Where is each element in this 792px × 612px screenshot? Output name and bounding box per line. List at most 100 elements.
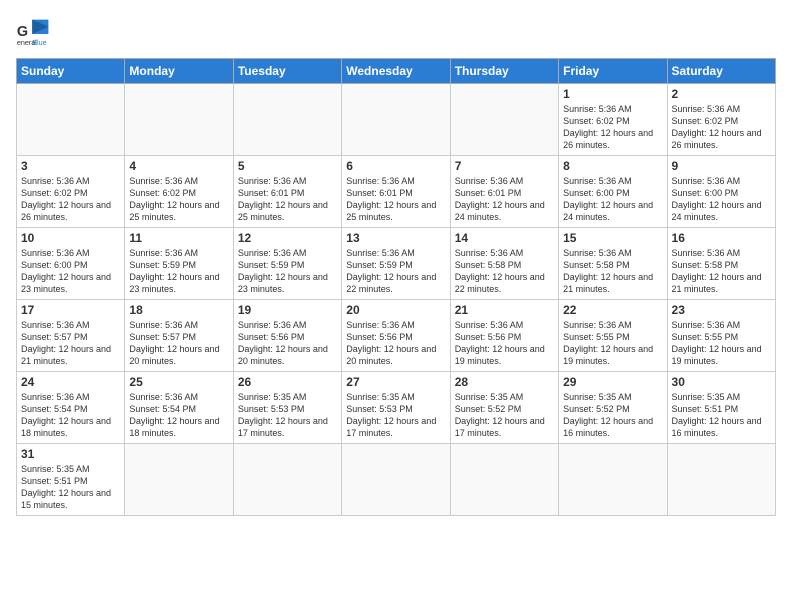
day-number: 17 (21, 303, 120, 317)
day-number: 11 (129, 231, 228, 245)
day-info: Sunrise: 5:35 AM Sunset: 5:52 PM Dayligh… (455, 391, 554, 440)
calendar-cell: 28 Sunrise: 5:35 AM Sunset: 5:52 PM Dayli… (450, 372, 558, 444)
calendar-cell: 10 Sunrise: 5:36 AM Sunset: 6:00 PM Dayli… (17, 228, 125, 300)
calendar-cell (450, 84, 558, 156)
day-number: 27 (346, 375, 445, 389)
calendar-cell: 8 Sunrise: 5:36 AM Sunset: 6:00 PM Daylig… (559, 156, 667, 228)
calendar-cell: 29Sunrise: 5:35 AM Sunset: 5:52 PM Dayli… (559, 372, 667, 444)
day-number: 22 (563, 303, 662, 317)
calendar-week-3: 10 Sunrise: 5:36 AM Sunset: 6:00 PM Dayli… (17, 228, 776, 300)
day-info: Sunrise: 5:36 AM Sunset: 6:00 PM Dayligh… (672, 175, 771, 224)
logo-icon: G eneral Blue (16, 16, 52, 52)
calendar-cell (342, 444, 450, 516)
weekday-tuesday: Tuesday (233, 59, 341, 84)
day-info: Sunrise: 5:36 AM Sunset: 5:56 PM Dayligh… (455, 319, 554, 368)
day-info: Sunrise: 5:36 AM Sunset: 5:59 PM Dayligh… (346, 247, 445, 296)
calendar-cell (125, 84, 233, 156)
day-number: 9 (672, 159, 771, 173)
calendar-cell: 4 Sunrise: 5:36 AM Sunset: 6:02 PM Daylig… (125, 156, 233, 228)
day-number: 18 (129, 303, 228, 317)
calendar-cell: 6 Sunrise: 5:36 AM Sunset: 6:01 PM Daylig… (342, 156, 450, 228)
day-info: Sunrise: 5:36 AM Sunset: 5:58 PM Dayligh… (455, 247, 554, 296)
weekday-header-row: SundayMondayTuesdayWednesdayThursdayFrid… (17, 59, 776, 84)
calendar-cell: 18 Sunrise: 5:36 AM Sunset: 5:57 PM Dayli… (125, 300, 233, 372)
day-info: Sunrise: 5:36 AM Sunset: 5:55 PM Dayligh… (563, 319, 662, 368)
day-info: Sunrise: 5:36 AM Sunset: 6:00 PM Dayligh… (563, 175, 662, 224)
day-number: 6 (346, 159, 445, 173)
day-number: 19 (238, 303, 337, 317)
day-info: Sunrise: 5:36 AM Sunset: 6:02 PM Dayligh… (21, 175, 120, 224)
calendar-cell: 7Sunrise: 5:36 AM Sunset: 6:01 PM Daylig… (450, 156, 558, 228)
day-number: 3 (21, 159, 120, 173)
weekday-saturday: Saturday (667, 59, 775, 84)
calendar-cell: 9 Sunrise: 5:36 AM Sunset: 6:00 PM Daylig… (667, 156, 775, 228)
calendar-week-5: 24Sunrise: 5:36 AM Sunset: 5:54 PM Dayli… (17, 372, 776, 444)
calendar-cell (342, 84, 450, 156)
page-header: G eneral Blue (16, 16, 776, 52)
day-number: 30 (672, 375, 771, 389)
calendar-cell: 24Sunrise: 5:36 AM Sunset: 5:54 PM Dayli… (17, 372, 125, 444)
calendar-cell: 5Sunrise: 5:36 AM Sunset: 6:01 PM Daylig… (233, 156, 341, 228)
day-number: 8 (563, 159, 662, 173)
weekday-monday: Monday (125, 59, 233, 84)
calendar-cell: 15Sunrise: 5:36 AM Sunset: 5:58 PM Dayli… (559, 228, 667, 300)
day-number: 23 (672, 303, 771, 317)
day-number: 31 (21, 447, 120, 461)
day-info: Sunrise: 5:36 AM Sunset: 5:59 PM Dayligh… (238, 247, 337, 296)
day-info: Sunrise: 5:36 AM Sunset: 5:55 PM Dayligh… (672, 319, 771, 368)
day-info: Sunrise: 5:36 AM Sunset: 5:57 PM Dayligh… (21, 319, 120, 368)
day-info: Sunrise: 5:35 AM Sunset: 5:52 PM Dayligh… (563, 391, 662, 440)
calendar-cell (559, 444, 667, 516)
calendar-week-6: 31Sunrise: 5:35 AM Sunset: 5:51 PM Dayli… (17, 444, 776, 516)
day-number: 26 (238, 375, 337, 389)
day-info: Sunrise: 5:36 AM Sunset: 5:56 PM Dayligh… (346, 319, 445, 368)
weekday-sunday: Sunday (17, 59, 125, 84)
calendar-cell: 16Sunrise: 5:36 AM Sunset: 5:58 PM Dayli… (667, 228, 775, 300)
day-info: Sunrise: 5:36 AM Sunset: 6:02 PM Dayligh… (129, 175, 228, 224)
calendar-cell: 11 Sunrise: 5:36 AM Sunset: 5:59 PM Dayli… (125, 228, 233, 300)
day-number: 7 (455, 159, 554, 173)
calendar-week-1: 1Sunrise: 5:36 AM Sunset: 6:02 PM Daylig… (17, 84, 776, 156)
logo: G eneral Blue (16, 16, 52, 52)
calendar-table: SundayMondayTuesdayWednesdayThursdayFrid… (16, 58, 776, 516)
day-number: 14 (455, 231, 554, 245)
day-info: Sunrise: 5:35 AM Sunset: 5:53 PM Dayligh… (238, 391, 337, 440)
day-info: Sunrise: 5:36 AM Sunset: 5:59 PM Dayligh… (129, 247, 228, 296)
calendar-cell (233, 84, 341, 156)
calendar-cell: 19 Sunrise: 5:36 AM Sunset: 5:56 PM Dayli… (233, 300, 341, 372)
calendar-cell: 3 Sunrise: 5:36 AM Sunset: 6:02 PM Daylig… (17, 156, 125, 228)
day-number: 12 (238, 231, 337, 245)
calendar-cell: 14 Sunrise: 5:36 AM Sunset: 5:58 PM Dayli… (450, 228, 558, 300)
day-number: 28 (455, 375, 554, 389)
day-number: 25 (129, 375, 228, 389)
day-number: 13 (346, 231, 445, 245)
svg-text:Blue: Blue (32, 38, 46, 47)
day-info: Sunrise: 5:36 AM Sunset: 5:58 PM Dayligh… (672, 247, 771, 296)
day-info: Sunrise: 5:35 AM Sunset: 5:53 PM Dayligh… (346, 391, 445, 440)
day-info: Sunrise: 5:36 AM Sunset: 5:57 PM Dayligh… (129, 319, 228, 368)
calendar-cell: 31Sunrise: 5:35 AM Sunset: 5:51 PM Dayli… (17, 444, 125, 516)
calendar-cell: 27 Sunrise: 5:35 AM Sunset: 5:53 PM Dayli… (342, 372, 450, 444)
day-info: Sunrise: 5:36 AM Sunset: 6:00 PM Dayligh… (21, 247, 120, 296)
day-info: Sunrise: 5:36 AM Sunset: 5:54 PM Dayligh… (129, 391, 228, 440)
calendar-week-2: 3 Sunrise: 5:36 AM Sunset: 6:02 PM Daylig… (17, 156, 776, 228)
calendar-cell: 23 Sunrise: 5:36 AM Sunset: 5:55 PM Dayli… (667, 300, 775, 372)
calendar-cell: 30Sunrise: 5:35 AM Sunset: 5:51 PM Dayli… (667, 372, 775, 444)
calendar-cell (233, 444, 341, 516)
calendar-cell: 12 Sunrise: 5:36 AM Sunset: 5:59 PM Dayli… (233, 228, 341, 300)
calendar-cell (450, 444, 558, 516)
day-number: 4 (129, 159, 228, 173)
day-number: 20 (346, 303, 445, 317)
day-info: Sunrise: 5:36 AM Sunset: 6:02 PM Dayligh… (672, 103, 771, 152)
day-info: Sunrise: 5:36 AM Sunset: 6:01 PM Dayligh… (346, 175, 445, 224)
calendar-cell: 26 Sunrise: 5:35 AM Sunset: 5:53 PM Dayli… (233, 372, 341, 444)
calendar-cell (125, 444, 233, 516)
day-info: Sunrise: 5:36 AM Sunset: 5:56 PM Dayligh… (238, 319, 337, 368)
day-number: 10 (21, 231, 120, 245)
day-number: 21 (455, 303, 554, 317)
weekday-thursday: Thursday (450, 59, 558, 84)
calendar-cell: 22 Sunrise: 5:36 AM Sunset: 5:55 PM Dayli… (559, 300, 667, 372)
calendar-cell (667, 444, 775, 516)
day-number: 15 (563, 231, 662, 245)
day-info: Sunrise: 5:36 AM Sunset: 5:54 PM Dayligh… (21, 391, 120, 440)
